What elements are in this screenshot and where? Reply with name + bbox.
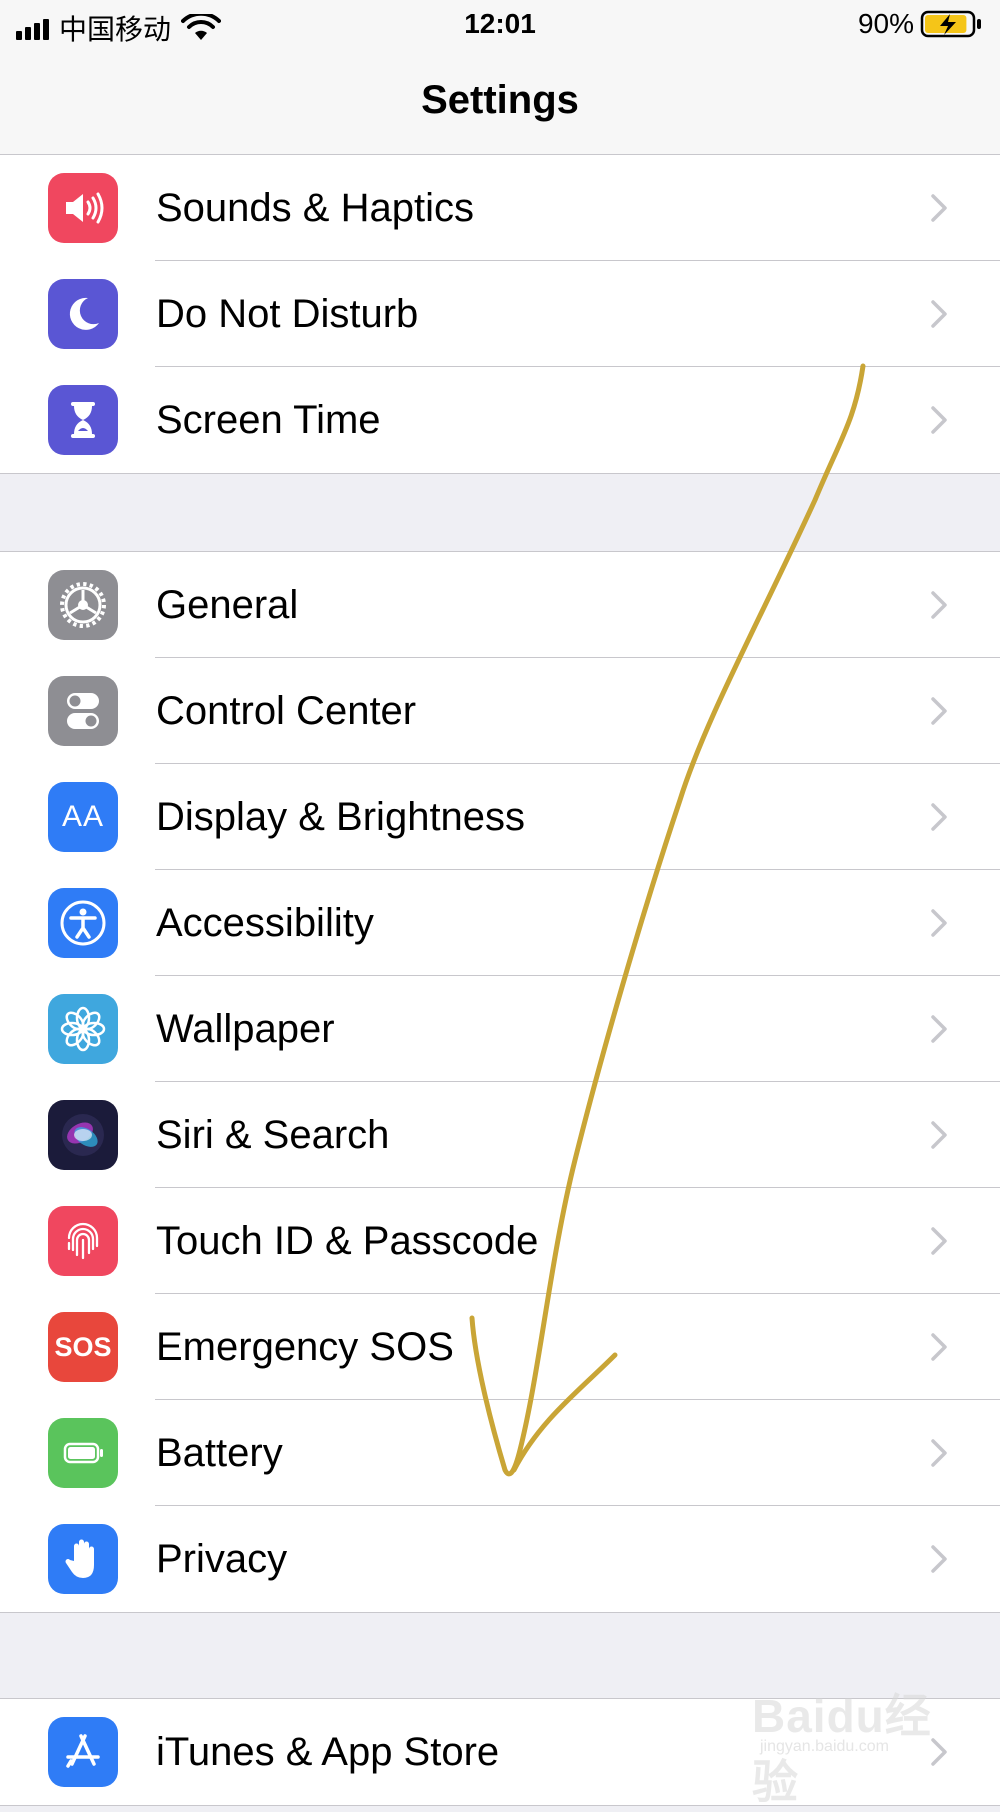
settings-group-1: Sounds & Haptics Do Not Disturb Screen T…: [0, 154, 1000, 474]
row-label: Sounds & Haptics: [156, 186, 474, 230]
chevron-right-icon: [931, 591, 947, 619]
battery-charging-icon: [920, 10, 981, 38]
row-emergency-sos[interactable]: SOS Emergency SOS: [0, 1294, 1000, 1400]
chevron-right-icon: [931, 1121, 947, 1149]
row-display-brightness[interactable]: AA Display & Brightness: [0, 764, 1000, 870]
row-privacy[interactable]: Privacy: [0, 1506, 1000, 1612]
chevron-right-icon: [931, 1015, 947, 1043]
row-label: Siri & Search: [156, 1113, 390, 1157]
icon-glyph: SOS: [54, 1331, 112, 1362]
text-size-icon: AA: [48, 782, 118, 852]
fingerprint-icon: [48, 1206, 118, 1276]
watermark-logo: Baidu经验 jingyan.baidu.com: [752, 1680, 942, 1808]
row-wallpaper[interactable]: Wallpaper: [0, 976, 1000, 1082]
moon-icon: [48, 279, 118, 349]
row-general[interactable]: General: [0, 552, 1000, 658]
chevron-right-icon: [931, 803, 947, 831]
battery-percent: 90%: [857, 8, 914, 39]
row-label: Emergency SOS: [156, 1325, 454, 1369]
battery-icon: [48, 1418, 118, 1488]
watermark-subtext: jingyan.baidu.com: [760, 1738, 889, 1755]
chevron-right-icon: [931, 1333, 947, 1361]
hand-icon: [48, 1524, 118, 1594]
row-control-center[interactable]: Control Center: [0, 658, 1000, 764]
row-label: Touch ID & Passcode: [156, 1219, 539, 1263]
chevron-right-icon: [931, 1227, 947, 1255]
row-label: General: [156, 583, 299, 627]
row-sounds-haptics[interactable]: Sounds & Haptics: [0, 155, 1000, 261]
chevron-right-icon: [931, 406, 947, 434]
row-label: Control Center: [156, 689, 417, 733]
row-siri-search[interactable]: Siri & Search: [0, 1082, 1000, 1188]
row-label: Privacy: [156, 1537, 288, 1581]
page-title: Settings: [421, 78, 579, 122]
chevron-right-icon: [931, 697, 947, 725]
row-label: Battery: [156, 1431, 283, 1475]
speaker-icon: [48, 173, 118, 243]
row-label: Do Not Disturb: [156, 292, 419, 336]
chevron-right-icon: [931, 1439, 947, 1467]
flower-icon: [48, 994, 118, 1064]
gear-icon: [48, 570, 118, 640]
chevron-right-icon: [931, 909, 947, 937]
icon-glyph: AA: [61, 800, 105, 833]
row-accessibility[interactable]: Accessibility: [0, 870, 1000, 976]
settings-group-2: General Control Center AA Display & Brig…: [0, 551, 1000, 1613]
clock: 12:01: [464, 8, 536, 39]
hourglass-icon: [48, 385, 118, 455]
status-bar: 中国移动 12:01 90%: [0, 0, 1000, 52]
row-label: Screen Time: [156, 398, 381, 442]
navigation-bar: Settings: [0, 52, 1000, 155]
row-battery[interactable]: Battery: [0, 1400, 1000, 1506]
chevron-right-icon: [931, 1545, 947, 1573]
toggles-icon: [48, 676, 118, 746]
row-label: Accessibility: [156, 901, 374, 945]
sos-icon: SOS: [48, 1312, 118, 1382]
row-label: iTunes & App Store: [156, 1730, 500, 1774]
row-do-not-disturb[interactable]: Do Not Disturb: [0, 261, 1000, 367]
row-touch-id-passcode[interactable]: Touch ID & Passcode: [0, 1188, 1000, 1294]
row-label: Wallpaper: [156, 1007, 335, 1051]
chevron-right-icon: [931, 194, 947, 222]
accessibility-icon: [48, 888, 118, 958]
row-label: Display & Brightness: [156, 795, 526, 839]
chevron-right-icon: [931, 300, 947, 328]
row-screen-time[interactable]: Screen Time: [0, 367, 1000, 473]
siri-icon: [48, 1100, 118, 1170]
